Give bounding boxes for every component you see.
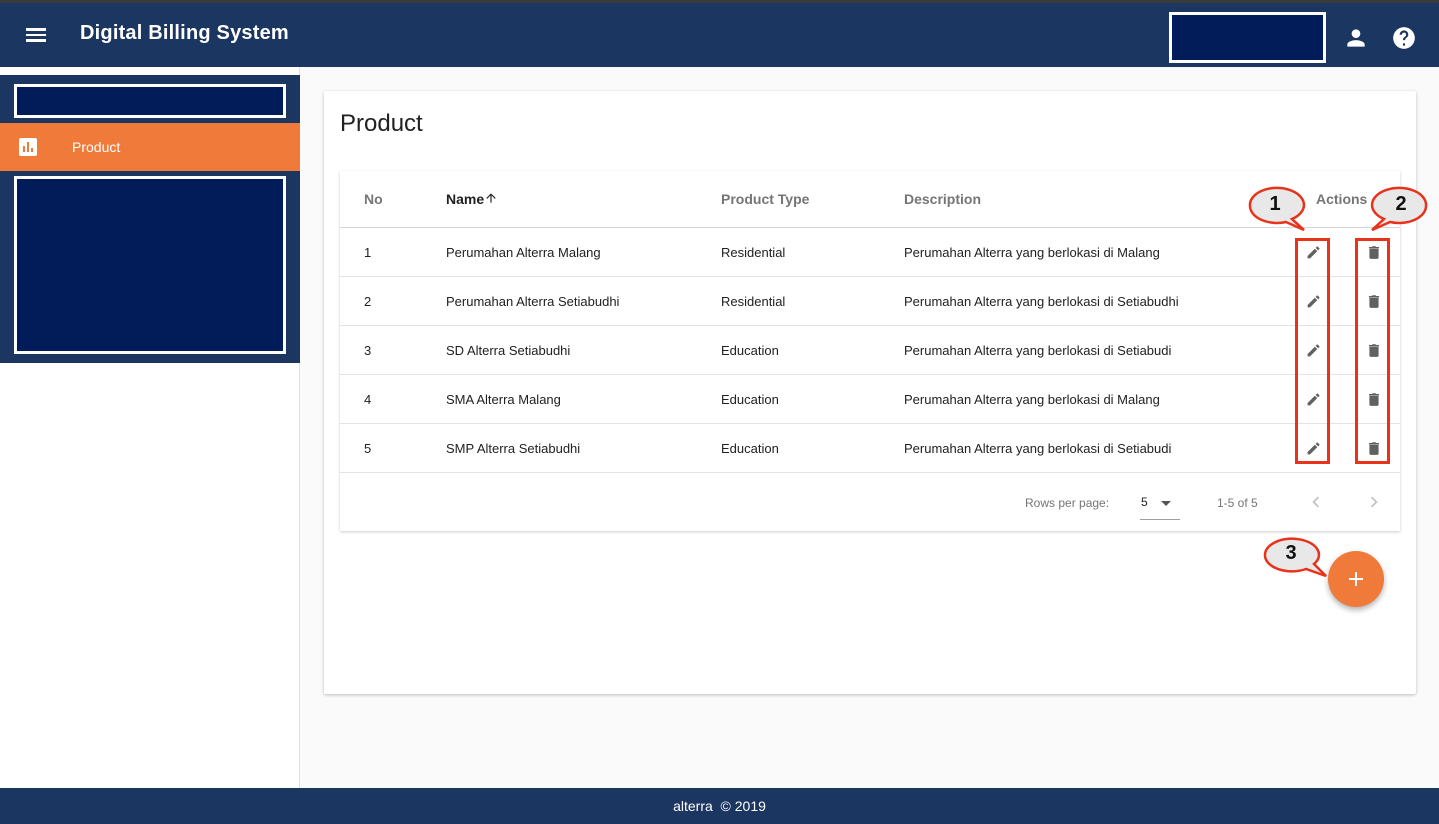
arrow-up-icon [486,193,496,203]
column-header-name[interactable]: Name [446,191,498,207]
cell-description: Perumahan Alterra yang berlokasi di Seti… [904,441,1172,456]
rows-per-page-label: Rows per page: [1025,496,1110,510]
cell-description: Perumahan Alterra yang berlokasi di Mala… [904,245,1160,260]
edit-icon[interactable] [1303,388,1325,410]
sidebar-item-product[interactable]: Product [0,123,300,171]
redacted-sidebar-box [14,176,286,354]
cell-description: Perumahan Alterra yang berlokasi di Seti… [904,343,1172,358]
help-icon[interactable] [1391,25,1417,51]
table-row: 5 SMP Alterra Setiabudhi Education Perum… [340,424,1400,473]
column-header-product-type[interactable]: Product Type [721,191,809,207]
add-product-button[interactable] [1328,551,1384,607]
cell-product-type: Residential [721,245,786,260]
table-row: 2 Perumahan Alterra Setiabudhi Residenti… [340,277,1400,326]
table-pagination: Rows per page: 5 1-5 of 5 [340,473,1400,531]
plus-icon-vertical [1355,572,1357,586]
sidebar: Product [0,67,300,788]
cell-description: Perumahan Alterra yang berlokasi di Mala… [904,392,1160,407]
user-icon[interactable] [1343,25,1369,51]
cell-description: Perumahan Alterra yang berlokasi di Seti… [904,294,1179,309]
cell-product-type: Education [721,343,779,358]
rows-per-page-select[interactable]: 5 [1140,493,1180,520]
rows-per-page-value: 5 [1141,495,1148,509]
cell-product-type: Residential [721,294,786,309]
footer-text: alterra © 2019 [673,798,766,814]
product-table: No Name Product Type Description Actions… [340,171,1400,531]
cell-no: 4 [364,392,372,407]
table-row: 4 SMA Alterra Malang Education Perumahan… [340,375,1400,424]
cell-no: 3 [364,343,372,358]
pagination-range: 1-5 of 5 [1217,496,1258,510]
edit-icon[interactable] [1303,290,1325,312]
column-header-name-label: Name [446,191,485,207]
cell-name: SMP Alterra Setiabudhi [446,441,581,456]
caret-down-icon [1161,501,1171,506]
delete-icon[interactable] [1363,437,1385,459]
app-title: Digital Billing System [80,22,289,44]
edit-icon[interactable] [1303,339,1325,361]
sidebar-item-label: Product [72,139,121,155]
chevron-right-icon[interactable] [1363,491,1385,513]
edit-icon[interactable] [1303,437,1325,459]
top-app-bar: Digital Billing System [0,0,1439,67]
sidebar-nav: Product [0,75,300,363]
cell-no: 1 [364,245,372,260]
delete-icon[interactable] [1363,241,1385,263]
column-header-actions: Actions [1316,191,1368,207]
edit-icon[interactable] [1303,241,1325,263]
menu-icon[interactable] [22,23,50,49]
cell-no: 2 [364,294,372,309]
delete-icon[interactable] [1363,388,1385,410]
table-row: 3 SD Alterra Setiabudhi Education Peruma… [340,326,1400,375]
delete-icon[interactable] [1363,290,1385,312]
redacted-header-box [1169,12,1326,63]
cell-product-type: Education [721,441,779,456]
cell-name: Perumahan Alterra Setiabudhi [446,294,620,309]
chevron-left-icon[interactable] [1305,491,1327,513]
product-card: Product No Name Product Type Description… [324,91,1416,694]
cell-product-type: Education [721,392,779,407]
cell-name: SMA Alterra Malang [446,392,561,407]
cell-name: Perumahan Alterra Malang [446,245,601,260]
column-header-description[interactable]: Description [904,191,981,207]
footer: alterra © 2019 [0,788,1439,824]
column-header-no[interactable]: No [364,191,383,207]
redacted-sidebar-box [14,84,286,118]
cell-no: 5 [364,441,372,456]
delete-icon[interactable] [1363,339,1385,361]
chart-icon [18,137,38,157]
cell-name: SD Alterra Setiabudhi [446,343,571,358]
table-row: 1 Perumahan Alterra Malang Residential P… [340,228,1400,277]
page-title: Product [340,110,423,137]
